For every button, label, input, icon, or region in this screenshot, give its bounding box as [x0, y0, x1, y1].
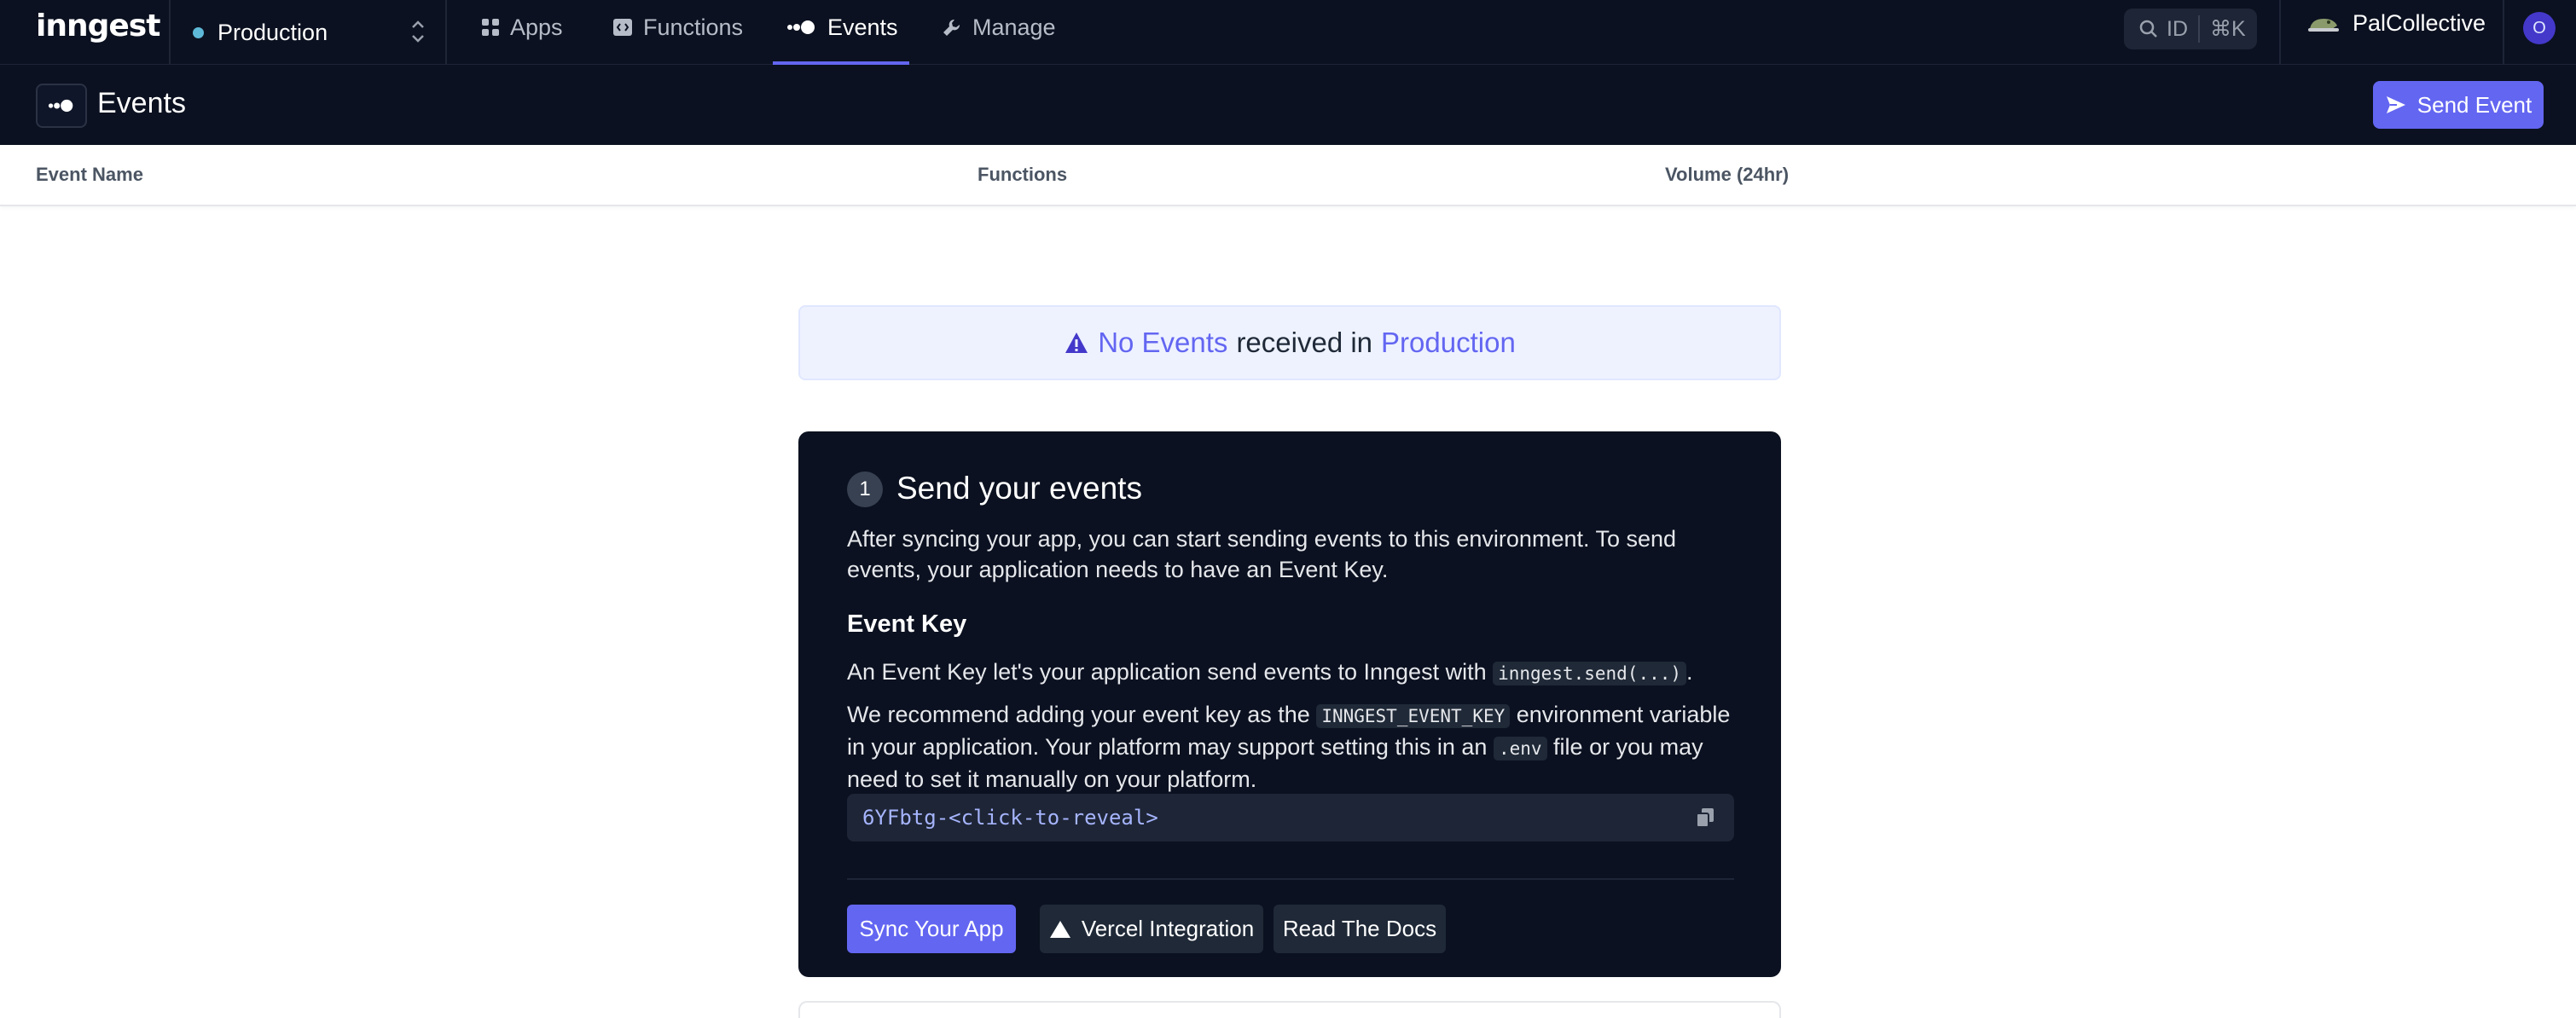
nav-item-label: Apps	[510, 14, 563, 40]
column-header-volume[interactable]: Volume (24hr)	[1665, 164, 1789, 186]
banner-no-events: No Events	[1098, 327, 1228, 358]
column-header-functions[interactable]: Functions	[978, 164, 1067, 186]
column-header-event-name[interactable]: Event Name	[36, 164, 143, 186]
inngest-logo[interactable]: inngest	[36, 9, 160, 43]
event-key-value[interactable]: 6YFbtg-<click-to-reveal>	[862, 806, 1158, 830]
card-divider	[847, 878, 1734, 880]
user-avatar[interactable]: O	[2523, 12, 2556, 44]
event-key-field[interactable]: 6YFbtg-<click-to-reveal>	[847, 794, 1734, 842]
send-icon	[2386, 96, 2405, 113]
org-name: PalCollective	[2353, 10, 2486, 36]
environment-status-dot	[193, 26, 204, 38]
grid-icon	[482, 19, 499, 36]
chevron-up-down-icon[interactable]	[406, 14, 430, 49]
wrench-icon	[943, 19, 960, 36]
sync-app-label: Sync Your App	[859, 916, 1004, 941]
nav-divider	[445, 0, 447, 65]
vercel-integration-label: Vercel Integration	[1081, 916, 1255, 941]
read-docs-label: Read The Docs	[1282, 916, 1437, 941]
nav-item-label: Events	[827, 14, 898, 40]
nav-item-manage[interactable]: Manage	[942, 10, 1056, 44]
code-icon	[613, 19, 632, 36]
search-separator	[2198, 15, 2200, 43]
nav-item-label: Functions	[643, 14, 744, 40]
org-switcher[interactable]: PalCollective	[2306, 10, 2486, 37]
vercel-icon	[1049, 920, 1070, 938]
nav-item-events[interactable]: Events	[786, 10, 898, 44]
events-icon	[787, 20, 815, 34]
step-number: 1	[847, 471, 883, 507]
page-title: Events	[97, 87, 186, 119]
search-label: ID	[2167, 16, 2188, 41]
search-shortcut: ⌘K	[2210, 17, 2246, 41]
send-events-card: 1 Send your events After syncing your ap…	[798, 431, 1781, 977]
inline-code: inngest.send(...)	[1493, 662, 1687, 685]
banner-text: received in	[1236, 327, 1373, 358]
page-header: Events Send Event	[0, 65, 2576, 145]
banner-environment: Production	[1381, 327, 1516, 358]
org-logo-icon	[2308, 18, 2339, 32]
event-key-heading: Event Key	[847, 610, 967, 638]
sync-app-button[interactable]: Sync Your App	[847, 905, 1016, 953]
environment-name: Production	[218, 19, 328, 45]
no-events-banner: No Events received in Production	[798, 305, 1781, 380]
copy-icon[interactable]	[1694, 807, 1716, 829]
nav-item-functions[interactable]: Functions	[612, 10, 743, 44]
next-step-card	[798, 1001, 1781, 1018]
event-key-description: An Event Key let's your application send…	[847, 659, 1693, 685]
nav-divider	[169, 0, 171, 65]
vercel-integration-button[interactable]: Vercel Integration	[1040, 905, 1263, 953]
event-key-recommendation: We recommend adding your event key as th…	[847, 702, 1731, 792]
send-event-button[interactable]: Send Event	[2373, 81, 2544, 129]
nav-item-label: Manage	[972, 14, 1056, 40]
search-command-button[interactable]: ID ⌘K	[2124, 9, 2257, 49]
events-icon	[48, 99, 73, 113]
nav-divider	[2279, 0, 2281, 65]
warning-icon	[1065, 333, 1088, 353]
top-nav: inngest Production Apps Functions Events	[0, 0, 2576, 65]
card-title: Send your events	[896, 471, 1142, 506]
send-event-label: Send Event	[2416, 91, 2532, 118]
events-table-header: Event Name Functions Volume (24hr)	[0, 145, 2576, 206]
inline-code: INNGEST_EVENT_KEY	[1316, 704, 1511, 728]
nav-divider	[2503, 0, 2504, 65]
nav-item-apps[interactable]: Apps	[481, 10, 563, 44]
read-docs-button[interactable]: Read The Docs	[1273, 905, 1446, 953]
search-icon	[2139, 20, 2157, 38]
events-page-icon	[36, 84, 87, 128]
card-intro: After syncing your app, you can start se…	[847, 526, 1677, 582]
inline-code: .env	[1493, 737, 1547, 761]
environment-selector[interactable]: Production	[193, 15, 328, 49]
